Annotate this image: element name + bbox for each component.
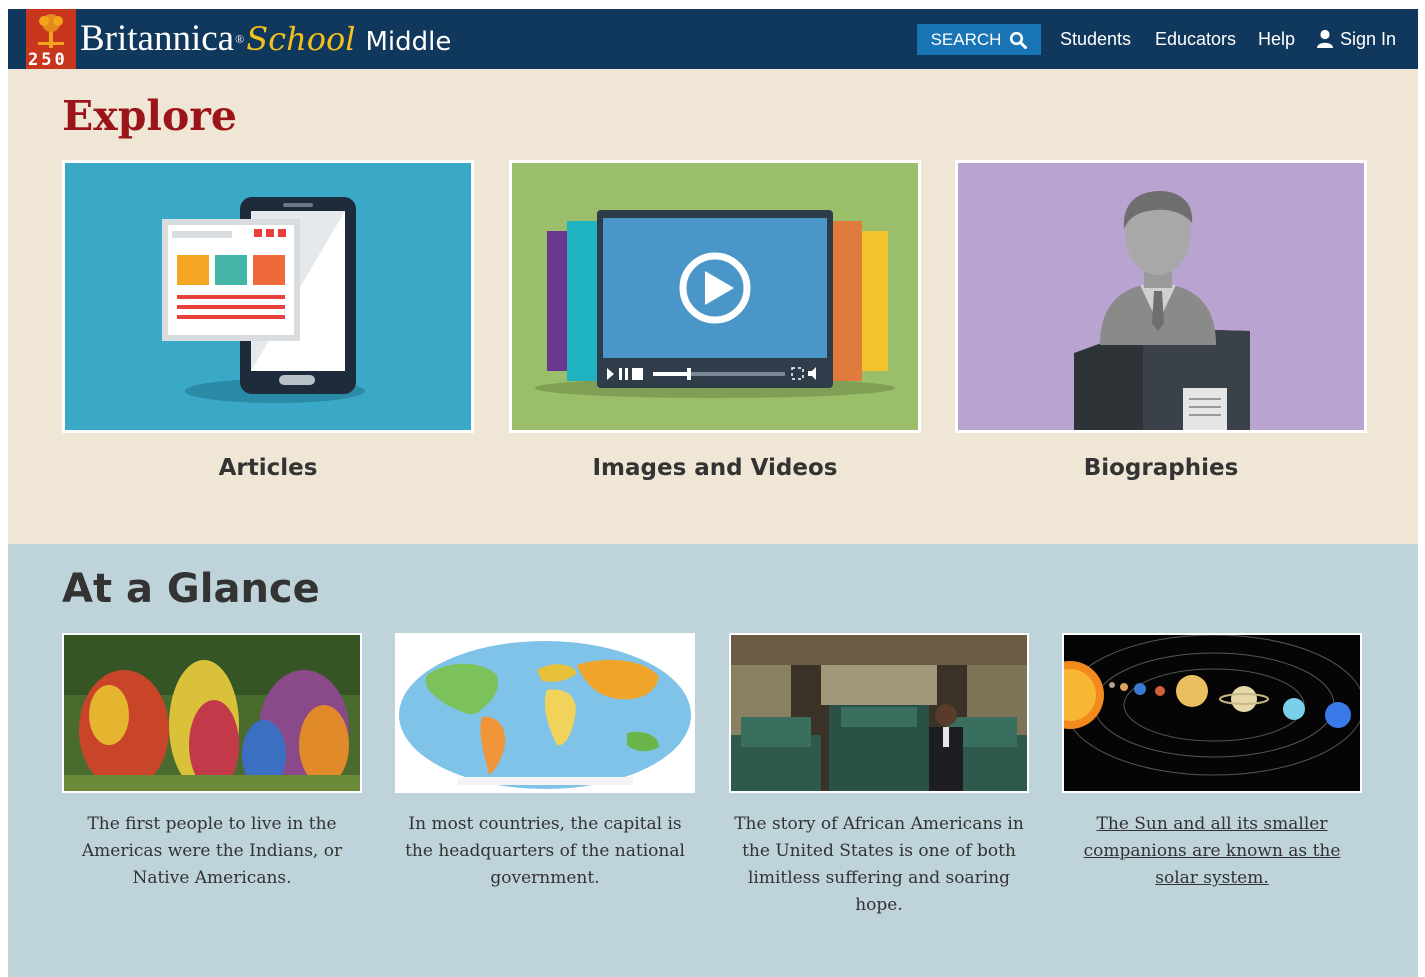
nav-help-link[interactable]: Help	[1258, 25, 1295, 53]
search-button-label: SEARCH	[930, 29, 1002, 49]
biographies-label: Biographies	[1083, 455, 1239, 481]
glance-card-solar-system[interactable]: The Sun and all its smaller companions a…	[1062, 633, 1362, 892]
glance-card-world-capitals[interactable]: In most countries, the capital is the he…	[395, 633, 695, 892]
britannica-school-middle-logo[interactable]: Britannica®School Middle	[80, 19, 451, 62]
glance-caption: In most countries, the capital is the he…	[405, 814, 685, 888]
glance-card-african-americans[interactable]: The story of African Americans in the Un…	[729, 633, 1029, 919]
at-a-glance-heading: At a Glance	[62, 566, 320, 612]
brand-name: Britannica	[80, 18, 235, 59]
sign-in-label: Sign In	[1340, 29, 1397, 49]
sign-in-link[interactable]: Sign In	[1316, 25, 1396, 53]
at-a-glance-section: At a Glance The first people to live in …	[8, 544, 1418, 977]
glance-card-native-americans[interactable]: The first people to live in the Americas…	[62, 633, 362, 892]
logo-anniversary-number: 250	[28, 50, 68, 69]
solar-system-image	[1064, 635, 1360, 791]
images-and-videos-tile[interactable]	[509, 160, 921, 433]
bus-interior-image	[731, 635, 1027, 791]
registered-mark: ®	[235, 32, 245, 46]
explore-card-biographies[interactable]: Biographies	[955, 160, 1367, 481]
articles-illustration	[65, 163, 471, 430]
explore-heading: Explore	[62, 92, 237, 140]
bust-statue-illustration	[958, 163, 1364, 430]
articles-tile[interactable]	[62, 160, 474, 433]
glance-caption: The story of African Americans in the Un…	[734, 814, 1024, 915]
brand-school: School	[246, 20, 356, 58]
search-button[interactable]: SEARCH	[917, 24, 1041, 55]
images-and-videos-label: Images and Videos	[592, 455, 838, 481]
world-map-photo[interactable]	[395, 633, 695, 793]
search-icon	[1010, 31, 1028, 49]
top-nav-bar: 250 Britannica®School Middle SEARCH Stude…	[8, 9, 1418, 69]
user-icon	[1317, 29, 1333, 48]
native-americans-photo[interactable]	[62, 633, 362, 793]
articles-label: Articles	[218, 455, 318, 481]
nav-educators-link[interactable]: Educators	[1155, 25, 1236, 53]
world-map-image	[397, 635, 693, 791]
brand-level: Middle	[365, 27, 452, 57]
explore-card-articles[interactable]: Articles	[62, 160, 474, 481]
biographies-tile[interactable]	[955, 160, 1367, 433]
page: 250 Britannica®School Middle SEARCH Stude…	[8, 9, 1418, 977]
explore-section: Explore Articles Images and Videos Biogr…	[8, 69, 1418, 544]
nav-students-link[interactable]: Students	[1060, 25, 1131, 53]
powwow-dancers-image	[64, 635, 360, 791]
african-americans-photo[interactable]	[729, 633, 1029, 793]
glance-caption: The first people to live in the Americas…	[81, 814, 343, 888]
video-player-illustration	[512, 163, 918, 430]
solar-system-photo[interactable]	[1062, 633, 1362, 793]
tree-icon	[38, 14, 64, 48]
glance-caption-link[interactable]: The Sun and all its smaller companions a…	[1062, 811, 1362, 892]
explore-card-images-and-videos[interactable]: Images and Videos	[509, 160, 921, 481]
britannica-250-logo[interactable]: 250	[26, 9, 76, 69]
